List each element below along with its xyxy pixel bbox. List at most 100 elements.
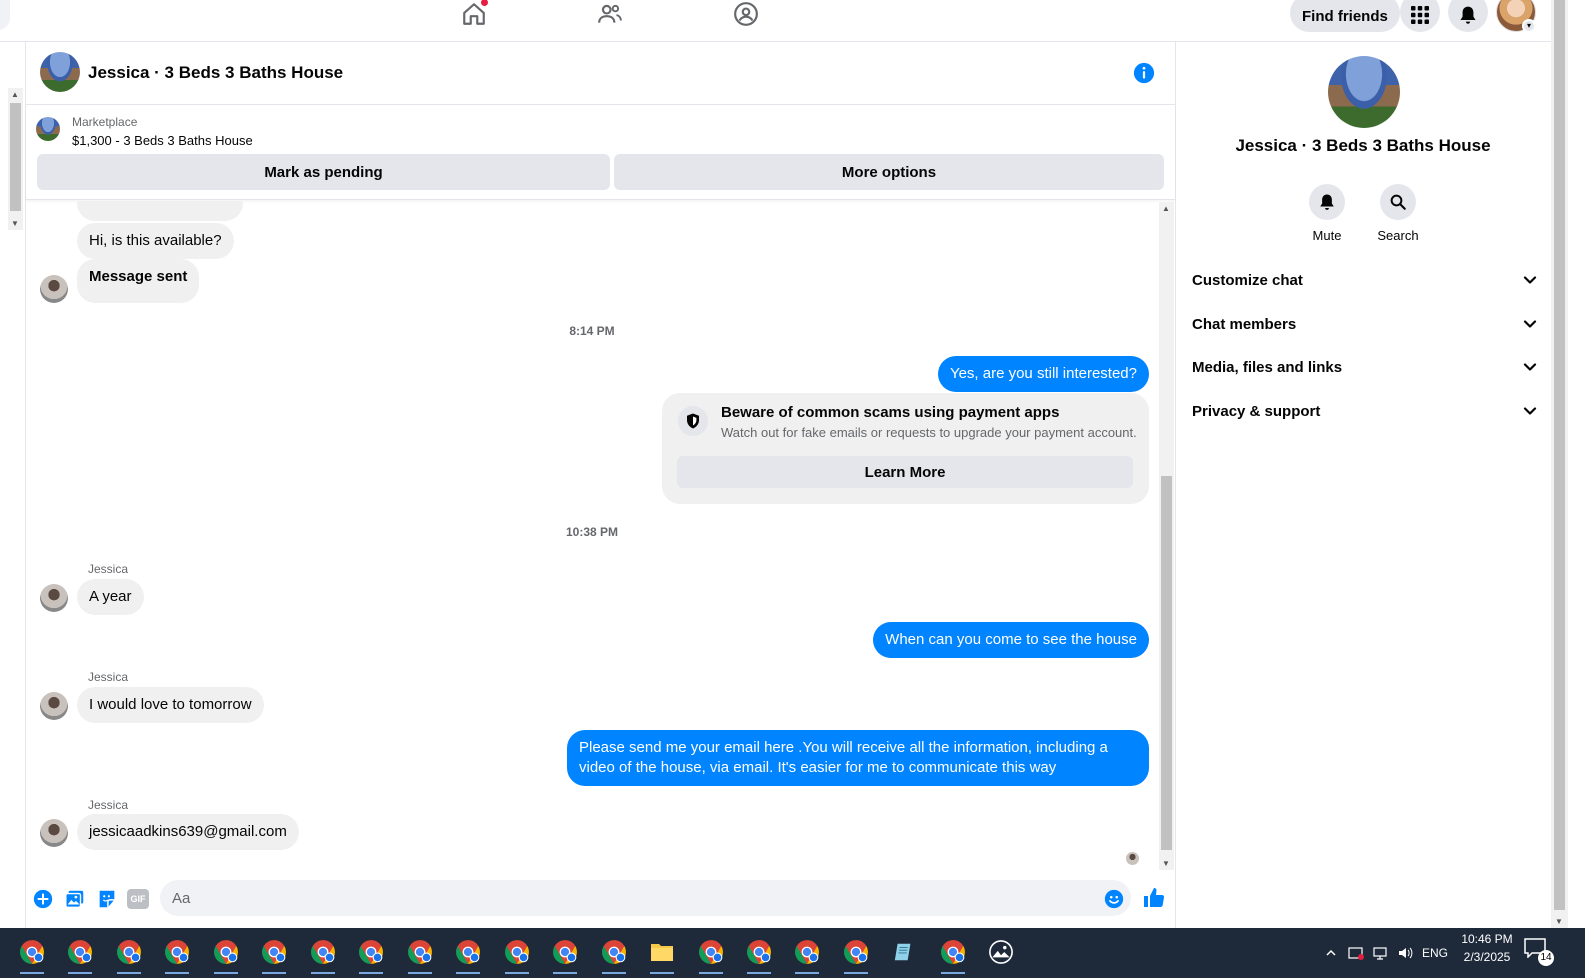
scrollbar-thumb[interactable] [1161,476,1172,850]
windows-taskbar: ENG 10:46 PM 2/3/2025 14 [0,928,1585,978]
sender-avatar[interactable] [40,692,68,720]
chrome-app-icon[interactable] [161,936,193,974]
listing-title[interactable]: $1,300 - 3 Beds 3 Baths House [72,133,253,148]
media-files-links-section[interactable]: Media, files and links [1192,347,1537,387]
listing-thumbnail[interactable] [36,117,60,141]
message-bubble-incoming[interactable]: Hi, is this available? [77,223,234,259]
menu-button[interactable] [1400,0,1440,32]
chrome-app-icon[interactable] [598,936,630,974]
scroll-down-arrow-icon[interactable]: ▼ [1555,917,1563,926]
scroll-down-arrow-icon[interactable]: ▼ [1162,859,1170,868]
profile-name[interactable]: Jessica · 3 Beds 3 Baths House [1177,136,1549,156]
notepad-app-icon[interactable] [888,936,920,968]
chrome-app-icon[interactable] [64,936,96,974]
chrome-app-icon[interactable] [743,936,775,974]
search-icon[interactable] [1380,184,1416,220]
conversation-avatar[interactable] [40,52,80,92]
message-bubble-outgoing[interactable]: When can you come to see the house [873,622,1149,658]
chrome-app-icon[interactable] [695,936,727,974]
timestamp: 10:38 PM [565,525,619,539]
search-button-stub[interactable] [0,0,10,30]
chrome-app-icon[interactable] [452,936,484,974]
message-bubble-incoming[interactable]: I would love to tomorrow [77,687,264,723]
chrome-app-icon[interactable] [258,936,290,974]
friends-tab[interactable] [595,0,625,28]
mark-as-pending-button[interactable]: Mark as pending [37,154,610,190]
network-icon[interactable] [1372,928,1388,978]
read-receipt-avatar [1126,852,1139,865]
message-bubble-partial[interactable] [77,201,243,221]
chrome-app-icon[interactable] [501,936,533,974]
more-options-button[interactable]: More options [614,154,1164,190]
message-input[interactable] [160,880,1131,916]
customize-chat-section[interactable]: Customize chat [1192,260,1537,300]
notifications-icon [1460,6,1476,24]
chrome-app-icon[interactable] [937,936,969,974]
security-tray-icon[interactable] [1348,928,1364,978]
privacy-support-section[interactable]: Privacy & support [1192,391,1537,431]
friends-icon [598,4,622,23]
scrollbar-thumb[interactable] [1554,0,1565,910]
scrollbar-thumb[interactable] [10,103,21,211]
sender-avatar[interactable] [40,584,68,612]
chat-members-section[interactable]: Chat members [1192,304,1537,344]
emoji-icon[interactable] [1103,888,1125,910]
find-friends-button[interactable]: Find friends [1290,0,1400,32]
clock-time: 10:46 PM [1461,932,1513,946]
message-bubble-outgoing[interactable]: Please send me your email here .You will… [567,730,1149,786]
volume-icon[interactable] [1397,928,1413,978]
message-bubble-incoming[interactable]: Message sent [77,259,200,303]
message-bubble-incoming[interactable]: A year [77,579,144,615]
message-list-scrollbar[interactable]: ▲ ▼ [1159,202,1174,870]
photo-icon[interactable] [64,888,86,910]
profile-avatar[interactable] [1328,56,1400,128]
message-bubble-incoming[interactable]: jessicaadkins639@gmail.com [77,814,299,850]
groups-tab[interactable] [731,0,761,28]
chevron-down-icon [1523,276,1537,284]
timestamp: 8:14 PM [569,324,615,338]
show-hidden-icons-chevron-icon[interactable] [1325,928,1337,978]
chrome-app-icon[interactable] [549,936,581,974]
chat-info-panel: Jessica · 3 Beds 3 Baths House Mute Sear… [1177,42,1551,928]
info-icon[interactable] [1133,62,1155,84]
conversation-title[interactable]: Jessica · 3 Beds 3 Baths House [88,63,343,83]
mute-action[interactable]: Mute [1297,184,1357,243]
learn-more-button[interactable]: Learn More [677,456,1133,488]
page-scrollbar[interactable]: ▼ [1551,0,1568,928]
plus-circle-icon[interactable] [32,888,54,910]
gif-icon[interactable]: GIF [127,889,149,909]
chrome-app-icon[interactable] [307,936,339,974]
chrome-app-icon[interactable] [210,936,242,974]
chrome-app-icon[interactable] [113,936,145,974]
left-panel-scrollbar[interactable]: ▲ ▼ [8,88,23,230]
message-list: Hi, is this available? Message sent 8:14… [26,201,1158,871]
chevron-down-icon[interactable]: ▾ [1522,19,1536,33]
bell-icon[interactable] [1309,184,1345,220]
system-clock[interactable]: 10:46 PM 2/3/2025 [1452,930,1522,966]
scroll-up-arrow-icon[interactable]: ▲ [1162,204,1170,213]
section-label: Chat members [1192,315,1297,333]
photos-app-icon[interactable] [985,936,1017,968]
action-center-button[interactable]: 14 [1524,938,1554,966]
home-tab[interactable] [459,0,489,28]
clock-date: 2/3/2025 [1463,950,1511,964]
message-bubble-outgoing[interactable]: Yes, are you still interested? [937,356,1149,392]
sender-name: Jessica [88,670,129,684]
thumbs-up-icon[interactable] [1142,886,1166,910]
chrome-app-icon[interactable] [16,936,48,974]
scroll-up-arrow-icon[interactable]: ▲ [11,90,19,99]
chrome-app-icon[interactable] [355,936,387,974]
sticker-icon[interactable] [96,888,118,910]
chrome-app-icon[interactable] [791,936,823,974]
sender-avatar[interactable] [40,819,68,847]
file-explorer-icon[interactable] [646,936,678,974]
language-indicator[interactable]: ENG [1422,928,1448,978]
notifications-button[interactable] [1448,0,1488,32]
chrome-app-icon[interactable] [840,936,872,974]
top-navigation-bar: Find friends ▾ [0,0,1568,42]
scam-warning-description: Watch out for fake emails or requests to… [721,425,1137,440]
search-action[interactable]: Search [1368,184,1428,243]
sender-avatar[interactable] [40,275,68,303]
chrome-app-icon[interactable] [404,936,436,974]
scroll-down-arrow-icon[interactable]: ▼ [11,219,19,228]
